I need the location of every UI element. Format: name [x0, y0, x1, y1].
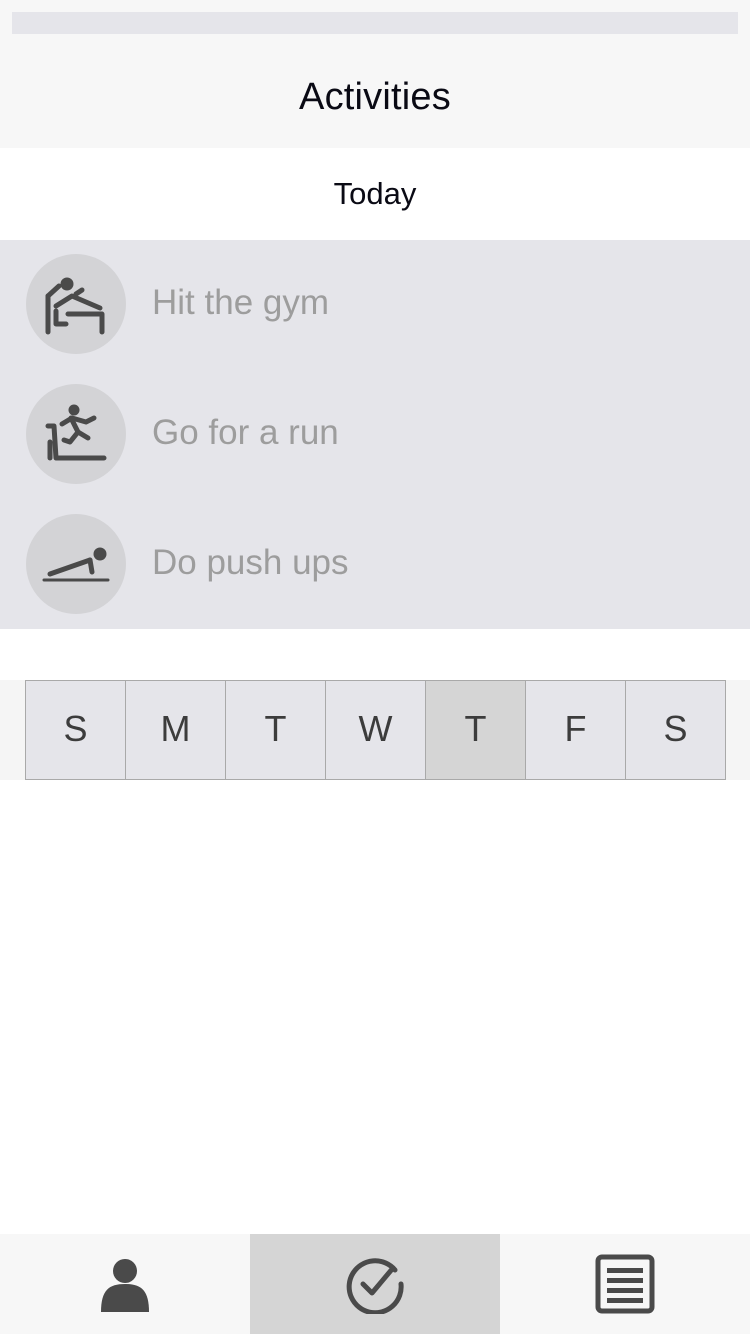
activity-item-run[interactable]: Go for a run — [0, 370, 750, 500]
page-title: Activities — [299, 76, 451, 118]
day-monday[interactable]: M — [125, 680, 226, 780]
status-bar — [12, 12, 738, 34]
navigation-bar: Activities — [0, 0, 750, 148]
day-sunday[interactable]: S — [25, 680, 126, 780]
list-icon — [595, 1254, 655, 1314]
tab-activities[interactable] — [250, 1234, 500, 1334]
day-wednesday[interactable]: W — [325, 680, 426, 780]
tab-list[interactable] — [500, 1234, 750, 1334]
day-thursday[interactable]: T — [425, 680, 526, 780]
treadmill-icon — [26, 384, 126, 484]
activity-label: Hit the gym — [152, 283, 329, 322]
tab-profile[interactable] — [0, 1234, 250, 1334]
week-day-selector: S M T W T F S — [0, 680, 750, 780]
day-friday[interactable]: F — [525, 680, 626, 780]
profile-icon — [101, 1259, 149, 1312]
section-title: Today — [333, 176, 417, 211]
tab-bar — [0, 1234, 750, 1334]
checkmark-circle-icon — [346, 1258, 404, 1314]
activity-list: Hit the gym Go for a run Do push ups — [0, 240, 750, 629]
activity-item-push-ups[interactable]: Do push ups — [0, 500, 750, 630]
day-saturday[interactable]: S — [625, 680, 726, 780]
app-screen: Activities Today Hit the gym Go for a ru… — [0, 0, 750, 1334]
activity-label: Go for a run — [152, 413, 339, 452]
push-up-icon — [26, 514, 126, 614]
activity-item-gym[interactable]: Hit the gym — [0, 240, 750, 370]
activity-label: Do push ups — [152, 543, 349, 582]
day-tuesday[interactable]: T — [225, 680, 326, 780]
bench-press-icon — [26, 254, 126, 354]
